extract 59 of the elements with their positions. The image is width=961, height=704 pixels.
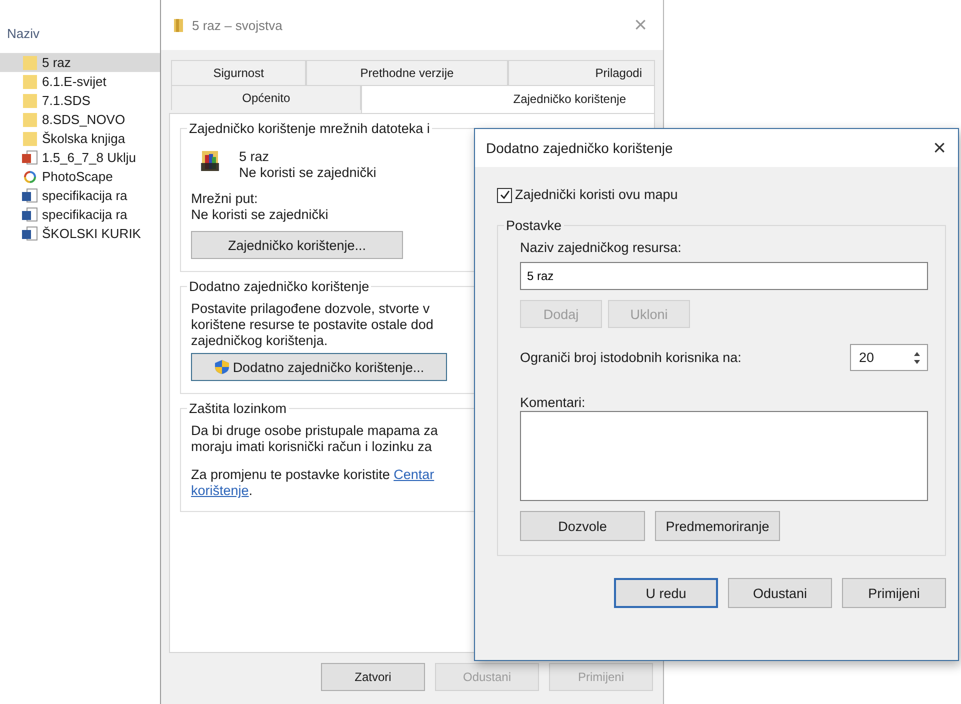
field-label: Komentari: xyxy=(520,395,586,411)
dialog-button[interactable]: Predmemoriranje xyxy=(655,511,780,541)
tab[interactable]: Prilagodi xyxy=(508,60,655,85)
group-label: Zaštita lozinkom xyxy=(187,401,289,416)
column-header[interactable]: Naziv xyxy=(0,26,160,53)
advanced-sharing-button[interactable]: Dodatno zajedničko korištenje... xyxy=(191,353,447,381)
document-file-icon xyxy=(22,206,38,222)
field-label: Naziv zajedničkog resursa: xyxy=(520,240,682,256)
group-label: Zajedničko korištenje mrežnih datoteka i xyxy=(187,121,432,136)
description-text: Da bi druge osobe pristupale mapama za xyxy=(191,423,438,439)
group-label: Postavke xyxy=(504,218,564,233)
document-file-icon xyxy=(22,188,38,204)
shared-folder-icon xyxy=(199,149,221,173)
description-text: zajedničkog korištenja. xyxy=(191,333,328,349)
number-spinner[interactable]: 20 xyxy=(850,344,928,371)
tab[interactable]: Općenito xyxy=(171,85,362,110)
share-button[interactable]: Zajedničko korištenje... xyxy=(191,231,403,259)
description-text: Postavite prilagođene dozvole, stvorte v xyxy=(191,301,430,317)
file-item[interactable]: 5 raz xyxy=(0,53,160,72)
dialog-button[interactable]: U redu xyxy=(614,578,718,608)
shield-icon xyxy=(214,359,230,375)
file-item[interactable]: Školska knjiga xyxy=(0,129,160,148)
dialog-button[interactable]: Odustani xyxy=(728,578,832,608)
description-text: moraju imati korisnički račun i lozinku za xyxy=(191,439,432,455)
description-text: Za promjenu te postavke koristite Centar xyxy=(191,467,434,483)
checkbox[interactable] xyxy=(497,188,512,202)
folder-name: 5 raz xyxy=(239,149,270,165)
document-file-icon xyxy=(22,226,38,242)
network-path-label: Mrežni put: xyxy=(191,191,258,207)
file-item[interactable]: 6.1.E-svijet xyxy=(0,72,160,91)
tab[interactable]: Sigurnost xyxy=(171,60,306,85)
dialog-button[interactable]: Primijeni xyxy=(842,578,946,608)
share-name-field[interactable]: 5 raz xyxy=(520,262,928,290)
file-item[interactable]: 7.1.SDS xyxy=(0,91,160,110)
file-item[interactable]: specifikacija ra xyxy=(0,186,160,205)
field-label: Ograniči broj istodobnih korisnika na: xyxy=(520,350,742,366)
file-item[interactable]: PhotoScape xyxy=(0,167,160,186)
link[interactable]: korištenje xyxy=(191,483,249,498)
presentation-file-icon xyxy=(22,150,38,166)
description-text: korištenje. xyxy=(191,483,253,499)
comments-field[interactable] xyxy=(520,411,928,501)
description-text: korištene resurse te postavite ostale dod xyxy=(191,317,434,333)
file-item[interactable]: 8.SDS_NOVO xyxy=(0,110,160,129)
file-item[interactable]: ŠKOLSKI KURIK xyxy=(0,224,160,243)
link[interactable]: Centar xyxy=(394,467,434,482)
tab[interactable]: Zajedničko korištenje xyxy=(361,85,655,113)
window-title: 5 raz – svojstva xyxy=(192,18,284,32)
file-item[interactable]: specifikacija ra xyxy=(0,205,160,224)
dialog-button[interactable]: Dozvole xyxy=(520,511,645,541)
network-path-value: Ne koristi se zajednički xyxy=(191,207,328,223)
close-button[interactable]: × xyxy=(929,135,950,161)
dialog-title: Dodatno zajedničko korištenje xyxy=(486,140,674,156)
group-label: Dodatno zajedničko korištenje xyxy=(187,279,372,294)
tab[interactable]: Prethodne verzije xyxy=(306,60,508,85)
checkbox-label: Zajednički koristi ovu mapu xyxy=(515,187,678,203)
spinner-arrows-icon xyxy=(912,350,922,364)
sharing-status: Ne koristi se zajednički xyxy=(239,165,376,181)
file-item[interactable]: 1.5_6_7_8 Uklju xyxy=(0,148,160,167)
dialog-button[interactable]: Zatvori xyxy=(321,663,425,691)
